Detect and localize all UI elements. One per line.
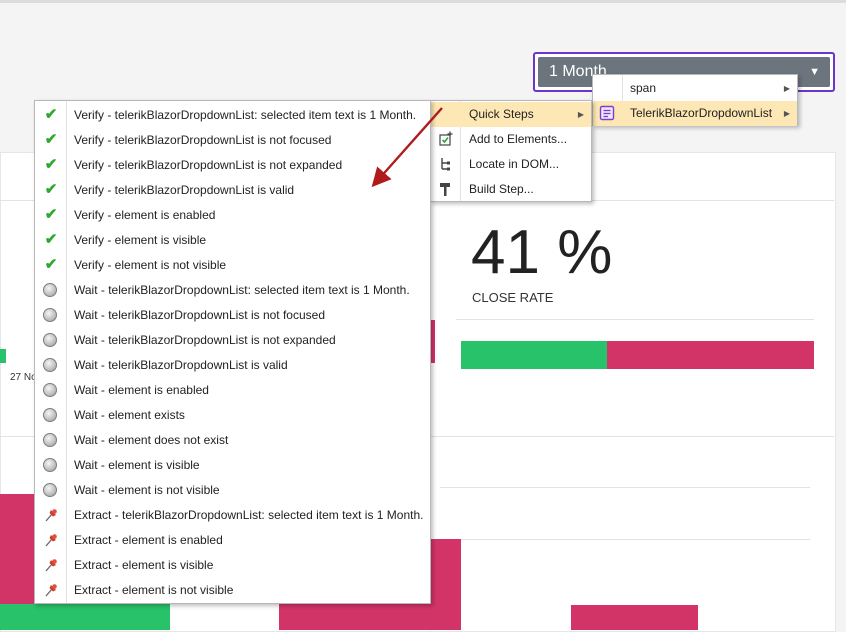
quick-step-label: Verify - element is visible	[74, 233, 207, 247]
left-sparkline-bar	[0, 349, 6, 363]
quick-step-label: Wait - element is enabled	[74, 383, 209, 397]
quick-step-item[interactable]: Extract - telerikBlazorDropdownList: sel…	[35, 503, 430, 528]
quick-step-label: Wait - element is not visible	[74, 483, 220, 497]
quick-step-label: Verify - telerikBlazorDropdownList is no…	[74, 158, 343, 172]
quick-step-label: Extract - element is visible	[74, 558, 214, 572]
quick-step-item[interactable]: Wait - element is not visible	[35, 478, 430, 503]
top-bar	[0, 0, 846, 3]
chart-bar-pink	[571, 605, 698, 630]
element-menu-item-span[interactable]: span ▶	[593, 76, 797, 101]
element-menu-item-label: span	[630, 81, 657, 95]
quick-step-label: Wait - element does not exist	[74, 433, 229, 447]
component-icon	[599, 105, 615, 121]
element-selector-menu: span ▶ TelerikBlazorDropdownList ▶	[592, 74, 798, 126]
quick-step-label: Wait - telerikBlazorDropdownList is vali…	[74, 358, 288, 372]
quick-step-item[interactable]: Wait - telerikBlazorDropdownList is vali…	[35, 353, 430, 378]
menu-item-label: Build Step...	[469, 182, 534, 196]
quick-step-label: Verify - telerikBlazorDropdownList is no…	[74, 133, 332, 147]
menu-item-locate-in-dom[interactable]: Locate in DOM...	[431, 152, 591, 177]
clock-icon	[43, 408, 57, 422]
check-icon: ✔	[44, 156, 58, 173]
clock-icon	[43, 333, 57, 347]
quick-step-label: Wait - element exists	[74, 408, 185, 422]
menu-item-label: Quick Steps	[469, 107, 534, 121]
close-rate-label: CLOSE RATE	[472, 290, 554, 305]
quick-step-label: Wait - telerikBlazorDropdownList: select…	[74, 283, 410, 297]
close-rate-value: 41 %	[471, 218, 613, 287]
check-icon: ✔	[44, 131, 58, 148]
submenu-arrow-icon: ▶	[577, 110, 584, 119]
quick-step-item[interactable]: Wait - element does not exist	[35, 428, 430, 453]
close-rate-bar-lost	[607, 341, 814, 369]
menu-item-label: Locate in DOM...	[469, 157, 560, 171]
chart-gridline	[440, 539, 810, 540]
element-menu-item-telerikblazordropdownlist[interactable]: TelerikBlazorDropdownList ▶	[593, 101, 797, 126]
quick-step-item[interactable]: Wait - telerikBlazorDropdownList: select…	[35, 278, 430, 303]
element-actions-menu: Quick Steps ▶ Add to Elements... Locate …	[430, 100, 592, 202]
quick-step-item[interactable]: Wait - element is enabled	[35, 378, 430, 403]
quick-step-item[interactable]: ✔ Verify - element is not visible	[35, 253, 430, 278]
menu-item-build-step[interactable]: Build Step...	[431, 177, 591, 202]
quick-step-item[interactable]: Wait - telerikBlazorDropdownList is not …	[35, 328, 430, 353]
submenu-arrow-icon: ▶	[783, 84, 790, 93]
clock-icon	[43, 383, 57, 397]
quick-step-item[interactable]: ✔ Verify - element is enabled	[35, 203, 430, 228]
submenu-arrow-icon: ▶	[783, 109, 790, 118]
quick-step-item[interactable]: Extract - element is enabled	[35, 528, 430, 553]
quick-step-label: Wait - element is visible	[74, 458, 200, 472]
quick-step-item[interactable]: Extract - element is not visible	[35, 578, 430, 603]
check-icon: ✔	[44, 181, 58, 198]
quick-step-label: Wait - telerikBlazorDropdownList is not …	[74, 308, 325, 322]
date-label: 27 No	[10, 372, 37, 383]
menu-item-quick-steps[interactable]: Quick Steps ▶	[431, 102, 591, 127]
chart-gridline	[440, 487, 810, 488]
quick-step-item[interactable]: ✔ Verify - element is visible	[35, 228, 430, 253]
clock-icon	[43, 433, 57, 447]
check-icon: ✔	[44, 256, 58, 273]
quick-step-label: Extract - telerikBlazorDropdownList: sel…	[74, 508, 424, 522]
clock-icon	[43, 283, 57, 297]
check-icon: ✔	[44, 231, 58, 248]
quick-step-label: Extract - element is not visible	[74, 583, 234, 597]
quick-step-label: Extract - element is enabled	[74, 533, 223, 547]
quick-step-item[interactable]: Wait - element is visible	[35, 453, 430, 478]
annotation-arrow-line	[371, 107, 443, 188]
pin-icon	[43, 532, 59, 548]
quick-step-item[interactable]: Wait - element exists	[35, 403, 430, 428]
pin-icon	[43, 507, 59, 523]
quick-step-item[interactable]: Extract - element is visible	[35, 553, 430, 578]
chevron-down-icon[interactable]: ▼	[809, 57, 820, 87]
chart-bar-green	[0, 604, 170, 630]
quick-step-label: Verify - telerikBlazorDropdownList is va…	[74, 183, 295, 197]
pin-icon	[43, 582, 59, 598]
quick-step-label: Wait - telerikBlazorDropdownList is not …	[74, 333, 336, 347]
clock-icon	[43, 458, 57, 472]
clock-icon	[43, 483, 57, 497]
element-menu-item-label: TelerikBlazorDropdownList	[630, 106, 773, 120]
menu-item-add-to-elements[interactable]: Add to Elements...	[431, 127, 591, 152]
clock-icon	[43, 308, 57, 322]
menu-item-label: Add to Elements...	[469, 132, 568, 146]
quick-step-item[interactable]: Wait - telerikBlazorDropdownList is not …	[35, 303, 430, 328]
annotation-arrow	[371, 107, 443, 188]
card-divider	[456, 319, 814, 320]
close-rate-bar-won	[461, 341, 607, 369]
quick-step-label: Verify - element is enabled	[74, 208, 216, 222]
check-icon: ✔	[44, 106, 58, 123]
quick-step-label: Verify - element is not visible	[74, 258, 227, 272]
check-icon: ✔	[44, 206, 58, 223]
pin-icon	[43, 557, 59, 573]
clock-icon	[43, 358, 57, 372]
